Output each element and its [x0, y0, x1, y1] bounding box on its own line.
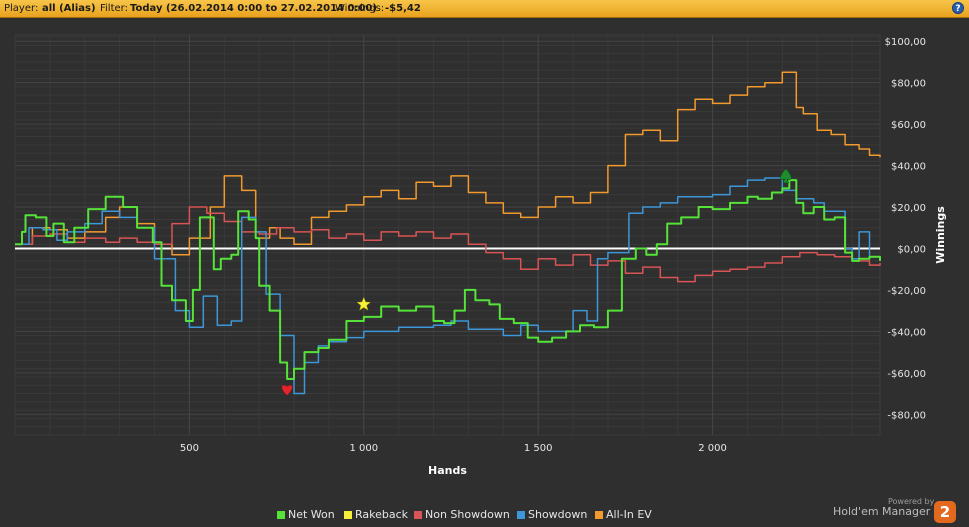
legend-label-all-in-ev[interactable]: All-In EV: [606, 508, 652, 521]
y-tick-label: $80,00: [891, 79, 926, 90]
filter-label: Filter:: [100, 3, 128, 14]
y-tick-label: $100,00: [885, 37, 926, 48]
legend-swatch-all-in-ev[interactable]: [595, 511, 603, 519]
legend-label-showdown[interactable]: Showdown: [528, 508, 587, 521]
y-tick-label: $40,00: [891, 162, 926, 173]
hm2-logo: 2: [934, 501, 956, 523]
player-value: all (Alias): [42, 3, 96, 14]
y-tick-label: -$80,00: [887, 410, 926, 421]
title-bar: Player: all (Alias) Filter: Today (26.02…: [0, 0, 969, 18]
winnings-label: Winnings:: [335, 3, 385, 14]
y-tick-label: -$20,00: [887, 286, 926, 297]
y-tick-label: $20,00: [891, 203, 926, 214]
legend-label-rakeback[interactable]: Rakeback: [355, 508, 408, 521]
player-label: Player:: [4, 3, 39, 14]
y-tick-label: -$60,00: [887, 369, 926, 380]
y-tick-label: $0,00: [897, 244, 926, 255]
legend-swatch-showdown[interactable]: [517, 511, 525, 519]
legend-label-net-won[interactable]: Net Won: [288, 508, 335, 521]
x-tick-label: 500: [180, 443, 199, 454]
y-tick-label: -$40,00: [887, 327, 926, 338]
x-tick-label: 2 000: [698, 443, 727, 454]
y-axis-label: Winnings: [934, 206, 947, 264]
winnings-chart: $100,00 $80,00 $60,00 $40,00 $20,00 $0,00 -$20…: [14, 34, 947, 477]
legend-swatch-non-showdown[interactable]: [414, 511, 422, 519]
legend-label-non-showdown[interactable]: Non Showdown: [425, 508, 510, 521]
product-name: Hold'em Manager: [833, 505, 931, 518]
x-tick-label: 1 500: [524, 443, 553, 454]
winnings-value: -$5,42: [385, 3, 421, 14]
legend-swatch-rakeback[interactable]: [344, 511, 352, 519]
x-axis-label: Hands: [428, 464, 467, 477]
help-icon[interactable]: ?: [952, 2, 964, 14]
y-tick-label: $60,00: [891, 120, 926, 131]
legend-swatch-net-won[interactable]: [277, 511, 285, 519]
x-tick-label: 1 000: [349, 443, 378, 454]
